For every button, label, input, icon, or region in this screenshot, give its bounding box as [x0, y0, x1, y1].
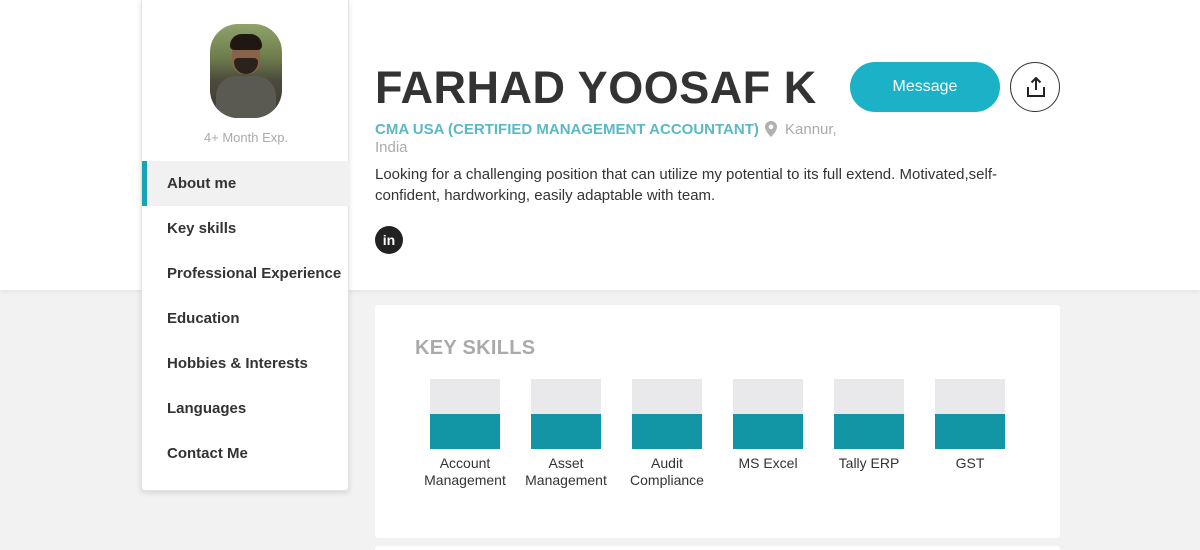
- key-skills-title: KEY SKILLS: [415, 337, 536, 359]
- skill-bar-fill: [531, 414, 601, 449]
- skill-bar-fill: [430, 414, 500, 449]
- skill-label: GST: [955, 455, 985, 471]
- skill-bar-fill: [632, 414, 702, 449]
- skill-bar: [935, 379, 1005, 449]
- sidebar: 4+ Month Exp. About me Key skills Profes…: [141, 0, 350, 491]
- about-text: Looking for a challenging position that …: [375, 166, 998, 204]
- message-button[interactable]: Message: [850, 62, 1000, 112]
- skill-label: Tally ERP: [838, 455, 900, 471]
- sidebar-nav: About me Key skills Professional Experie…: [142, 161, 350, 476]
- skill-account-management: Account Management: [415, 379, 515, 489]
- skill-audit-compliance: Audit Compliance: [617, 379, 717, 489]
- profile-name: FARHAD YOOSAF K: [375, 62, 817, 113]
- skill-asset-management: Asset Management: [516, 379, 616, 489]
- skill-bar: [834, 379, 904, 449]
- sidebar-item-key-skills[interactable]: Key skills: [142, 206, 350, 251]
- skill-label: Management: [424, 472, 506, 488]
- skill-bar: [430, 379, 500, 449]
- skill-bar: [632, 379, 702, 449]
- skill-bar-fill: [733, 414, 803, 449]
- sidebar-item-education[interactable]: Education: [142, 296, 350, 341]
- skill-ms-excel: MS Excel: [718, 379, 818, 472]
- avatar: [210, 24, 282, 118]
- experience-label: 4+ Month Exp.: [203, 130, 289, 145]
- map-pin-icon: [765, 121, 777, 137]
- location-country: India: [375, 139, 408, 156]
- share-button[interactable]: [1010, 62, 1060, 112]
- skill-bar: [733, 379, 803, 449]
- skill-gst: GST: [920, 379, 1020, 472]
- skill-label: Compliance: [630, 472, 704, 488]
- skill-label: Management: [525, 472, 607, 488]
- skill-label: Account: [439, 455, 491, 471]
- sidebar-item-languages[interactable]: Languages: [142, 386, 350, 431]
- skill-bar-fill: [935, 414, 1005, 449]
- skill-label: MS Excel: [738, 455, 798, 471]
- sidebar-item-hobbies-interests[interactable]: Hobbies & Interests: [142, 341, 350, 386]
- key-skills-card: KEY SKILLS Account Management Asset Mana…: [375, 305, 1060, 538]
- sidebar-item-about-me[interactable]: About me: [142, 161, 350, 206]
- skill-label: Audit: [651, 455, 683, 471]
- skill-label: Asset: [548, 455, 584, 471]
- next-section-card: [375, 546, 1060, 550]
- skill-tally-erp: Tally ERP: [819, 379, 919, 472]
- profile-role: CMA USA (CERTIFIED MANAGEMENT ACCOUNTANT…: [375, 121, 759, 138]
- sidebar-item-professional-experience[interactable]: Professional Experience: [142, 251, 350, 296]
- share-upload-icon: [1027, 77, 1045, 97]
- linkedin-icon[interactable]: in: [375, 226, 403, 254]
- skill-bar: [531, 379, 601, 449]
- skill-bar-fill: [834, 414, 904, 449]
- location-city: Kannur,: [785, 121, 837, 138]
- sidebar-item-contact-me[interactable]: Contact Me: [142, 431, 350, 476]
